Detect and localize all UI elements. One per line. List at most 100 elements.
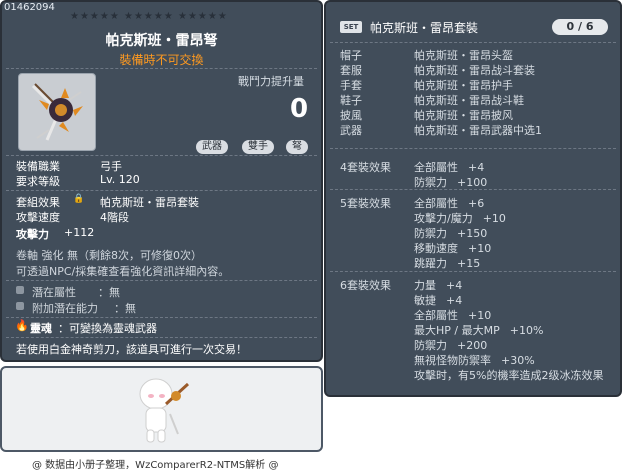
set-part-row: 武器 帕克斯班・雷昂武器中选1 bbox=[326, 122, 616, 137]
set-count-badge: 0 / 6 bbox=[552, 19, 608, 35]
set-effect-line: 移動速度 +10 bbox=[414, 240, 491, 256]
attack-value: +112 bbox=[64, 226, 95, 239]
set-effect-line: 防禦力 +100 bbox=[414, 174, 487, 190]
set-effect-line: 攻擊力/魔力 +10 bbox=[414, 210, 506, 226]
set-effect-value: +4 bbox=[446, 279, 463, 292]
set-part-slot: 鞋子 bbox=[340, 94, 362, 107]
set-effect-value: +10 bbox=[468, 242, 492, 255]
footer-credit: @ 数据由小册子整理，WzComparerR2-NTMS解析 @ bbox=[32, 460, 279, 471]
set-effect-value: +30% bbox=[501, 354, 535, 367]
set-effect-stat: 攻擊力/魔力 bbox=[414, 212, 473, 225]
set-part-row: 鞋子 帕克斯班・雷昂战斗鞋 bbox=[326, 92, 616, 107]
set-effect-line: 全部屬性 +6 bbox=[414, 195, 484, 211]
job-row: 裝備職業 弓手 bbox=[2, 158, 302, 173]
set-effect-stat: 移動速度 bbox=[414, 242, 458, 255]
lock-icon: 🔒 bbox=[73, 194, 85, 204]
set-effect-stat: 全部屬性 bbox=[414, 197, 458, 210]
set-part-name: 帕克斯班・雷昂战斗套装 bbox=[414, 64, 535, 77]
item-tooltip-panel: 01462094 ★★★★★ ★★★★★ ★★★★★ 帕克斯班・雷昂弩 裝備時不… bbox=[0, 0, 323, 362]
set-part-row: 手套 帕克斯班・雷昂护手 bbox=[326, 77, 616, 92]
scroll-line: 卷軸 強化 無（剩餘8次，可修復0次） bbox=[16, 249, 202, 262]
potential-icon bbox=[16, 286, 24, 294]
set-effect-line: 防禦力 +150 bbox=[414, 225, 487, 241]
speed-value: 4階段 bbox=[100, 211, 129, 224]
set-effect-line: 攻擊时，有5%的機率造成2级冰冻效果 bbox=[414, 367, 613, 383]
divider bbox=[6, 280, 317, 281]
soul-icon: 🔥 bbox=[15, 319, 29, 332]
set-part-row: 披風 帕克斯班・雷昂披风 bbox=[326, 107, 616, 122]
starforce-stars: ★★★★★ ★★★★★ ★★★★★ bbox=[70, 11, 228, 22]
set-part-slot: 披風 bbox=[340, 109, 362, 122]
set-effect-value: +200 bbox=[457, 339, 488, 352]
set-row: 套組效果 🔒 帕克斯班・雷昂套裝 bbox=[2, 194, 302, 209]
tag-crossbow: 弩 bbox=[286, 140, 308, 154]
attack-label: 攻擊力 bbox=[16, 228, 49, 241]
set-effect-stat: 防禦力 bbox=[414, 339, 447, 352]
divider bbox=[330, 42, 616, 43]
divider bbox=[6, 317, 317, 318]
divider bbox=[6, 190, 317, 191]
set-effect-line: 無視怪物防禦率 +30% bbox=[414, 352, 535, 368]
set-effect-stat: 跳躍力 bbox=[414, 257, 447, 270]
character-preview-panel bbox=[0, 366, 323, 452]
set-effect-stat: 全部屬性 bbox=[414, 161, 458, 174]
level-value: Lv. 120 bbox=[100, 173, 140, 186]
soul-row: 🔥 靈魂 ：可變換為靈魂武器 bbox=[2, 319, 302, 335]
character-avatar bbox=[139, 378, 190, 443]
set-effect-value: +6 bbox=[468, 197, 485, 210]
set-part-name: 帕克斯班・雷昂头盔 bbox=[414, 49, 513, 62]
set-part-row: 套服 帕克斯班・雷昂战斗套装 bbox=[326, 62, 616, 77]
set-effect-stat: 全部屬性 bbox=[414, 309, 458, 322]
potential-row: 潛在屬性 ：無 bbox=[2, 284, 302, 299]
set-badge: SET bbox=[340, 21, 362, 33]
potential-value: ：無 bbox=[98, 286, 120, 299]
npc-info-line: 可透過NPC/採集確查看強化資訊詳細內容。 bbox=[16, 265, 230, 278]
tag-two-handed: 雙手 bbox=[242, 140, 274, 154]
set-effect-line: 全部屬性 +4 bbox=[414, 159, 484, 175]
set-effect-value: +10 bbox=[468, 309, 492, 322]
set-effect-stat: 最大HP / 最大MP bbox=[414, 324, 500, 337]
crossbow-icon bbox=[31, 83, 83, 141]
set-info-panel: SET 帕克斯班・雷昂套裝 0 / 6 帽子 帕克斯班・雷昂头盔 套服 帕克斯班・雷昂… bbox=[324, 0, 622, 397]
level-row: 要求等級 Lv. 120 bbox=[2, 173, 302, 188]
set-effect-title: 5套裝效果 bbox=[340, 197, 391, 210]
item-title: 帕克斯班・雷昂弩 bbox=[105, 33, 218, 49]
set-effect-value: +4 bbox=[446, 294, 463, 307]
set-effect-line: 敏捷 +4 bbox=[414, 292, 462, 308]
set-part-name: 帕克斯班・雷昂武器中选1 bbox=[414, 124, 542, 137]
set-effect-line: 最大HP / 最大MP +10% bbox=[414, 322, 543, 338]
soul-value: ：可變換為靈魂武器 bbox=[58, 322, 157, 335]
set-part-slot: 帽子 bbox=[340, 49, 362, 62]
divider bbox=[6, 337, 317, 338]
attack-row: 攻擊力 +112 bbox=[2, 226, 302, 241]
job-label: 裝備職業 bbox=[16, 160, 60, 173]
set-effect-stat: 攻擊时，有5%的機率造成2级冰冻效果 bbox=[414, 369, 604, 382]
set-part-name: 帕克斯班・雷昂护手 bbox=[414, 79, 513, 92]
set-effect-line: 防禦力 +200 bbox=[414, 337, 487, 353]
set-effect-stat: 防禦力 bbox=[414, 227, 447, 240]
set-part-name: 帕克斯班・雷昂披风 bbox=[414, 109, 513, 122]
set-effect-stat: 力量 bbox=[414, 279, 436, 292]
power-increase-value: 0 bbox=[290, 94, 309, 124]
divider bbox=[6, 68, 317, 69]
set-title: 帕克斯班・雷昂套裝 bbox=[370, 21, 479, 35]
divider bbox=[6, 155, 317, 156]
divider bbox=[330, 189, 616, 190]
set-effect-value: +4 bbox=[468, 161, 485, 174]
set-part-slot: 套服 bbox=[340, 64, 362, 77]
set-part-slot: 手套 bbox=[340, 79, 362, 92]
set-value: 帕克斯班・雷昂套裝 bbox=[100, 196, 199, 209]
set-effect-stat: 防禦力 bbox=[414, 176, 447, 189]
soul-label: 靈魂 bbox=[30, 322, 52, 335]
divider bbox=[330, 148, 616, 149]
set-effect-value: +10% bbox=[509, 324, 544, 337]
set-effect-line: 全部屬性 +10 bbox=[414, 307, 491, 323]
set-part-name: 帕克斯班・雷昂战斗鞋 bbox=[414, 94, 524, 107]
additional-potential-value: ：無 bbox=[114, 302, 136, 315]
set-effect-value: +150 bbox=[457, 227, 488, 240]
set-effect-title: 4套裝效果 bbox=[340, 161, 391, 174]
power-increase-label: 戰鬥力提升量 bbox=[238, 75, 304, 88]
additional-potential-label: 附加潛在能力 bbox=[32, 302, 98, 315]
item-image-frame bbox=[18, 73, 96, 151]
additional-potential-icon bbox=[16, 302, 24, 310]
